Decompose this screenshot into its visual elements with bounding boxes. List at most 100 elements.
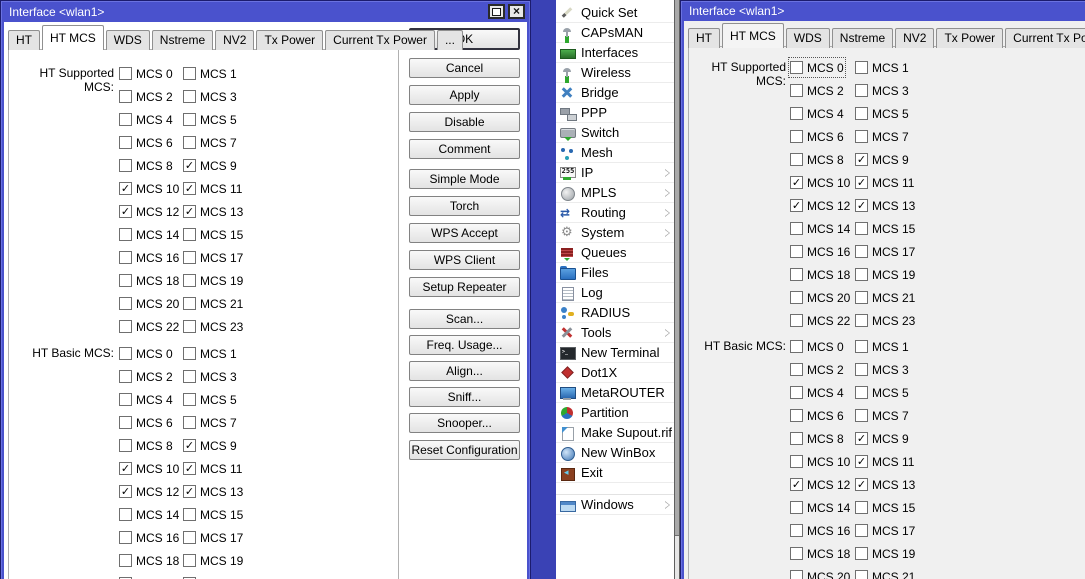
menu-item-system[interactable]: System bbox=[556, 223, 674, 243]
ht-basic-mcs-mcs-6-checkbox[interactable]: MCS 6 bbox=[119, 414, 173, 431]
checkbox[interactable]: ✓ bbox=[855, 199, 868, 212]
checkbox[interactable]: ✓ bbox=[183, 182, 196, 195]
checkbox[interactable] bbox=[183, 251, 196, 264]
tab-ht[interactable]: HT bbox=[688, 28, 720, 48]
tab-[interactable]: ... bbox=[436, 30, 463, 50]
menu-item-queues[interactable]: Queues bbox=[556, 243, 674, 263]
checkbox[interactable] bbox=[119, 370, 132, 383]
ht-basic-mcs-mcs-16-checkbox[interactable]: MCS 16 bbox=[790, 522, 850, 539]
ht-supported-mcs-mcs-7-checkbox[interactable]: MCS 7 bbox=[855, 128, 909, 145]
ht-supported-mcs-mcs-3-checkbox[interactable]: MCS 3 bbox=[183, 88, 237, 105]
ht-basic-mcs-mcs-10-checkbox[interactable]: ✓ MCS 10 bbox=[119, 460, 179, 477]
ht-supported-mcs-mcs-15-checkbox[interactable]: MCS 15 bbox=[855, 220, 915, 237]
menu-item-radius[interactable]: RADIUS bbox=[556, 303, 674, 323]
checkbox[interactable]: ✓ bbox=[855, 153, 868, 166]
tab-nstreme[interactable]: Nstreme bbox=[151, 30, 214, 50]
ht-supported-mcs-mcs-16-checkbox[interactable]: MCS 16 bbox=[790, 243, 850, 260]
ht-basic-mcs-mcs-3-checkbox[interactable]: MCS 3 bbox=[183, 368, 237, 385]
checkbox[interactable] bbox=[119, 554, 132, 567]
menu-item-tools[interactable]: Tools bbox=[556, 323, 674, 343]
ht-basic-mcs-mcs-2-checkbox[interactable]: MCS 2 bbox=[790, 361, 844, 378]
ht-basic-mcs-mcs-12-checkbox[interactable]: ✓ MCS 12 bbox=[790, 476, 850, 493]
ht-basic-mcs-mcs-13-checkbox[interactable]: ✓ MCS 13 bbox=[183, 483, 243, 500]
ht-basic-mcs-mcs-14-checkbox[interactable]: MCS 14 bbox=[790, 499, 850, 516]
checkbox[interactable] bbox=[790, 314, 803, 327]
scrollbar-thumb[interactable] bbox=[675, 0, 679, 536]
ht-basic-mcs-mcs-20-checkbox[interactable]: MCS 20 bbox=[119, 575, 179, 579]
menu-item-ppp[interactable]: PPP bbox=[556, 103, 674, 123]
ht-basic-mcs-mcs-1-checkbox[interactable]: MCS 1 bbox=[183, 345, 237, 362]
ht-basic-mcs-mcs-2-checkbox[interactable]: MCS 2 bbox=[119, 368, 173, 385]
ht-basic-mcs-mcs-0-checkbox[interactable]: MCS 0 bbox=[119, 345, 173, 362]
ht-basic-mcs-mcs-6-checkbox[interactable]: MCS 6 bbox=[790, 407, 844, 424]
ht-basic-mcs-mcs-18-checkbox[interactable]: MCS 18 bbox=[119, 552, 179, 569]
checkbox[interactable] bbox=[855, 84, 868, 97]
checkbox[interactable] bbox=[119, 439, 132, 452]
ht-supported-mcs-mcs-20-checkbox[interactable]: MCS 20 bbox=[790, 289, 850, 306]
ht-basic-mcs-mcs-18-checkbox[interactable]: MCS 18 bbox=[790, 545, 850, 562]
ht-supported-mcs-mcs-23-checkbox[interactable]: MCS 23 bbox=[855, 312, 915, 329]
checkbox[interactable] bbox=[855, 222, 868, 235]
ht-supported-mcs-mcs-5-checkbox[interactable]: MCS 5 bbox=[183, 111, 237, 128]
checkbox[interactable] bbox=[119, 159, 132, 172]
ht-supported-mcs-mcs-1-checkbox[interactable]: MCS 1 bbox=[855, 59, 909, 76]
ht-basic-mcs-mcs-15-checkbox[interactable]: MCS 15 bbox=[855, 499, 915, 516]
setup-repeater-button[interactable]: Setup Repeater bbox=[409, 277, 520, 297]
ht-supported-mcs-mcs-15-checkbox[interactable]: MCS 15 bbox=[183, 226, 243, 243]
checkbox[interactable] bbox=[119, 251, 132, 264]
checkbox[interactable] bbox=[119, 90, 132, 103]
ht-basic-mcs-mcs-3-checkbox[interactable]: MCS 3 bbox=[855, 361, 909, 378]
ht-supported-mcs-mcs-13-checkbox[interactable]: ✓ MCS 13 bbox=[855, 197, 915, 214]
ht-basic-mcs-mcs-8-checkbox[interactable]: MCS 8 bbox=[119, 437, 173, 454]
ht-supported-mcs-mcs-11-checkbox[interactable]: ✓ MCS 11 bbox=[855, 174, 914, 191]
ht-basic-mcs-mcs-1-checkbox[interactable]: MCS 1 bbox=[855, 338, 909, 355]
menu-item-routing[interactable]: Routing bbox=[556, 203, 674, 223]
ht-basic-mcs-mcs-20-checkbox[interactable]: MCS 20 bbox=[790, 568, 850, 579]
menu-item-mpls[interactable]: MPLS bbox=[556, 183, 674, 203]
ht-supported-mcs-mcs-3-checkbox[interactable]: MCS 3 bbox=[855, 82, 909, 99]
ht-basic-mcs-mcs-16-checkbox[interactable]: MCS 16 bbox=[119, 529, 179, 546]
checkbox[interactable] bbox=[790, 432, 803, 445]
ht-supported-mcs-mcs-7-checkbox[interactable]: MCS 7 bbox=[183, 134, 237, 151]
checkbox[interactable]: ✓ bbox=[183, 439, 196, 452]
align-button[interactable]: Align... bbox=[409, 361, 520, 381]
ht-supported-mcs-mcs-2-checkbox[interactable]: MCS 2 bbox=[119, 88, 173, 105]
ht-supported-mcs-mcs-5-checkbox[interactable]: MCS 5 bbox=[855, 105, 909, 122]
checkbox[interactable] bbox=[119, 67, 132, 80]
menu-item-dot1x[interactable]: Dot1X bbox=[556, 363, 674, 383]
checkbox[interactable] bbox=[183, 228, 196, 241]
checkbox[interactable] bbox=[790, 130, 803, 143]
checkbox[interactable] bbox=[119, 297, 132, 310]
tab-wds[interactable]: WDS bbox=[785, 28, 830, 48]
checkbox[interactable] bbox=[183, 393, 196, 406]
checkbox[interactable] bbox=[855, 524, 868, 537]
checkbox[interactable] bbox=[183, 113, 196, 126]
tab-ht-mcs[interactable]: HT MCS bbox=[42, 25, 104, 50]
menu-item-interfaces[interactable]: Interfaces bbox=[556, 43, 674, 63]
tab-nv2[interactable]: NV2 bbox=[215, 30, 255, 50]
close-button[interactable] bbox=[508, 4, 525, 19]
checkbox[interactable] bbox=[855, 340, 868, 353]
scan-button[interactable]: Scan... bbox=[409, 309, 520, 329]
tab-current-tx-power[interactable]: Current Tx Power bbox=[325, 30, 435, 50]
checkbox[interactable] bbox=[790, 501, 803, 514]
checkbox[interactable] bbox=[790, 291, 803, 304]
ht-basic-mcs-mcs-7-checkbox[interactable]: MCS 7 bbox=[855, 407, 909, 424]
titlebar[interactable]: Interface <wlan1> bbox=[3, 3, 528, 21]
checkbox[interactable]: ✓ bbox=[790, 478, 803, 491]
ht-supported-mcs-mcs-10-checkbox[interactable]: ✓ MCS 10 bbox=[119, 180, 179, 197]
cancel-button[interactable]: Cancel bbox=[409, 58, 520, 78]
wps-client-button[interactable]: WPS Client bbox=[409, 250, 520, 270]
checkbox[interactable] bbox=[119, 228, 132, 241]
checkbox[interactable] bbox=[183, 370, 196, 383]
ht-supported-mcs-mcs-12-checkbox[interactable]: ✓ MCS 12 bbox=[119, 203, 179, 220]
checkbox[interactable] bbox=[183, 416, 196, 429]
reset-configuration-button[interactable]: Reset Configuration bbox=[409, 440, 520, 460]
maximize-button[interactable] bbox=[488, 4, 505, 19]
ht-supported-mcs-mcs-1-checkbox[interactable]: MCS 1 bbox=[183, 65, 237, 82]
menu-item-metarouter[interactable]: MetaROUTER bbox=[556, 383, 674, 403]
checkbox[interactable]: ✓ bbox=[119, 485, 132, 498]
ht-basic-mcs-mcs-15-checkbox[interactable]: MCS 15 bbox=[183, 506, 243, 523]
checkbox[interactable] bbox=[790, 153, 803, 166]
checkbox[interactable] bbox=[855, 291, 868, 304]
